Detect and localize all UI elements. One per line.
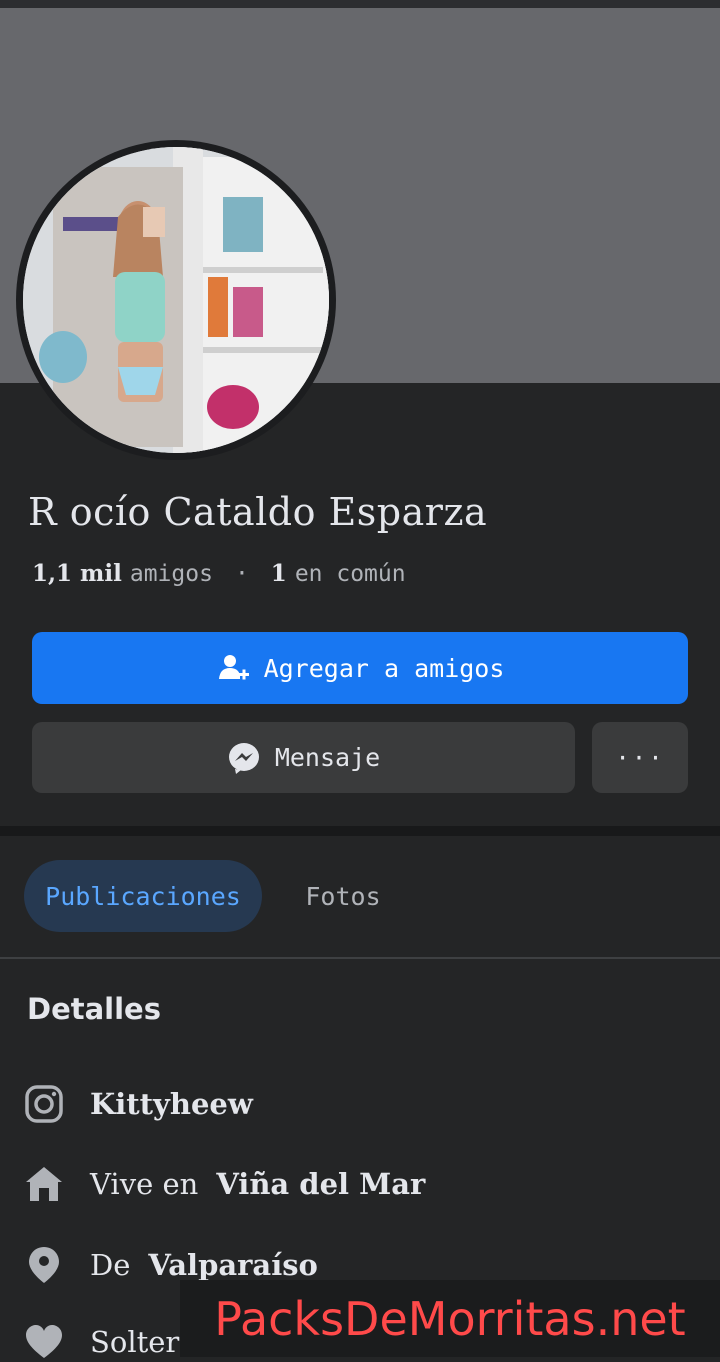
detail-from: De Valparaíso [24,1245,318,1285]
add-friend-label: Agregar a amigos [263,653,505,683]
stats-separator: · [234,560,249,587]
heart-icon [26,1325,62,1358]
message-label: Mensaje [274,743,381,772]
home-icon [26,1167,62,1201]
tabs-divider [0,957,720,959]
location-pin-icon [29,1247,59,1283]
watermark: PacksDeMorritas.net [180,1280,720,1357]
detail-relationship: Solter [24,1322,179,1362]
avatar-photo [23,147,329,453]
instagram-handle: Kittyheew [90,1087,253,1121]
profile-name: R ocío Cataldo Esparza [28,490,488,534]
from-prefix: De [90,1248,131,1282]
add-friend-button[interactable]: Agregar a amigos [32,632,688,704]
detail-instagram[interactable]: Kittyheew [24,1084,253,1124]
more-options-button[interactable]: ··· [592,722,688,793]
tab-fotos[interactable]: Fotos [282,860,404,932]
mutual-label: en común [294,560,406,587]
avatar-image [23,147,329,453]
details-title: Detalles [27,992,161,1026]
relationship-value: Solter [90,1325,180,1359]
from-value[interactable]: Valparaíso [148,1248,317,1282]
top-strip [0,0,720,8]
lives-in-prefix: Vive en [90,1167,199,1201]
friend-stats[interactable]: 1,1 mil amigos · 1 en común [32,560,406,587]
messenger-icon [228,742,259,774]
detail-lives-in: Vive en Viña del Mar [24,1164,425,1204]
instagram-icon [25,1085,63,1123]
friends-count: 1,1 mil [32,560,122,587]
tab-publicaciones[interactable]: Publicaciones [24,860,262,932]
lives-in-value[interactable]: Viña del Mar [216,1167,425,1201]
add-friend-icon [218,655,249,680]
message-button[interactable]: Mensaje [32,722,575,793]
mutual-count: 1 [270,560,287,587]
section-divider [0,826,720,836]
friends-label: amigos [129,560,213,587]
profile-avatar[interactable] [16,140,336,460]
